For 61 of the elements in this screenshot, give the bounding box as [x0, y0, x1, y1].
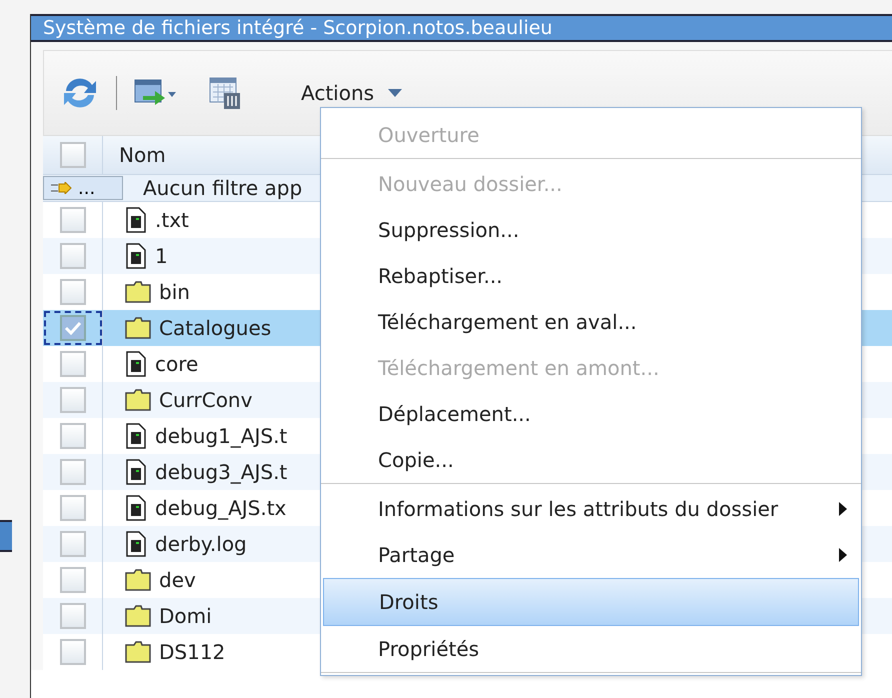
- file-name: Catalogues: [159, 316, 272, 340]
- row-checkbox[interactable]: [60, 351, 86, 377]
- menu-item[interactable]: Droits: [323, 578, 859, 626]
- folder-icon: [125, 389, 151, 411]
- row-checkbox[interactable]: [60, 423, 86, 449]
- file-name: core: [155, 352, 198, 376]
- folder-icon: [125, 641, 151, 663]
- file-name: derby.log: [155, 532, 247, 556]
- file-name: 1: [155, 244, 168, 268]
- filter-arrow-icon: [50, 182, 72, 194]
- row-checkbox[interactable]: [60, 639, 86, 665]
- row-checkbox[interactable]: [60, 243, 86, 269]
- menu-item[interactable]: Propriétés: [321, 626, 861, 673]
- file-name: DS112: [159, 640, 226, 664]
- folder-icon: [125, 317, 151, 339]
- file-icon: [125, 207, 147, 233]
- folder-icon: [125, 281, 151, 303]
- filter-status: Aucun filtre app: [142, 176, 302, 200]
- file-name: .txt: [155, 208, 189, 232]
- menu-item[interactable]: Suppression...: [323, 207, 859, 253]
- menu-item[interactable]: Informations sur les attributs du dossier: [323, 486, 859, 532]
- caret-icon: [388, 89, 402, 97]
- row-checkbox[interactable]: [60, 387, 86, 413]
- menu-item[interactable]: Déplacement...: [323, 391, 859, 437]
- file-icon: [125, 351, 147, 377]
- row-checkbox[interactable]: [60, 531, 86, 557]
- file-name: debug_AJS.tx: [155, 496, 286, 520]
- submenu-arrow-icon: [839, 548, 847, 562]
- background-window-edge: [0, 520, 12, 552]
- file-icon: [125, 423, 147, 449]
- file-name: bin: [159, 280, 190, 304]
- folder-icon: [125, 569, 151, 591]
- actions-menu-button[interactable]: Actions: [297, 77, 406, 109]
- row-checkbox[interactable]: [60, 567, 86, 593]
- column-header[interactable]: Nom: [103, 136, 166, 174]
- folder-icon: [125, 605, 151, 627]
- row-checkbox[interactable]: [60, 495, 86, 521]
- menu-item[interactable]: Partage: [323, 532, 859, 578]
- select-all-checkbox[interactable]: [60, 142, 86, 168]
- file-name: debug3_AJS.t: [155, 460, 288, 484]
- file-icon: [125, 243, 147, 269]
- filter-button[interactable]: ...: [43, 176, 123, 200]
- file-name: Domi: [159, 604, 212, 628]
- file-name: debug1_AJS.t: [155, 424, 288, 448]
- column-settings-icon[interactable]: [209, 76, 241, 110]
- row-checkbox[interactable]: [60, 279, 86, 305]
- row-checkbox[interactable]: [60, 315, 86, 341]
- file-icon: [125, 459, 147, 485]
- submenu-arrow-icon: [839, 502, 847, 516]
- menu-item[interactable]: Copie...: [321, 437, 861, 484]
- menu-item[interactable]: Téléchargement en aval...: [323, 299, 859, 345]
- menu-item[interactable]: Rebaptiser...: [323, 253, 859, 299]
- file-name: CurrConv: [159, 388, 252, 412]
- check-icon: [64, 321, 82, 335]
- window-title: Système de fichiers intégré - Scorpion.notos.beaulieu: [31, 14, 892, 42]
- row-checkbox[interactable]: [60, 603, 86, 629]
- row-checkbox[interactable]: [60, 207, 86, 233]
- file-icon: [125, 495, 147, 521]
- file-name: dev: [159, 568, 196, 592]
- row-checkbox[interactable]: [60, 459, 86, 485]
- file-icon: [125, 531, 147, 557]
